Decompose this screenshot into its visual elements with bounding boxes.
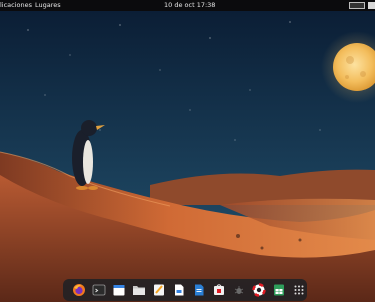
- system-menu-icon[interactable]: [368, 2, 375, 9]
- window-indicator[interactable]: [349, 2, 365, 9]
- software-icon[interactable]: [212, 283, 226, 297]
- applications-menu[interactable]: licaciones: [0, 0, 32, 11]
- spreadsheet-icon[interactable]: [272, 283, 286, 297]
- firefox-icon[interactable]: [72, 283, 86, 297]
- clock[interactable]: 10 de oct 17:38: [164, 0, 215, 11]
- text-editor-icon[interactable]: [152, 283, 166, 297]
- top-bar: licaciones Lugares 10 de oct 17:38: [0, 0, 375, 11]
- calendar-icon[interactable]: [112, 283, 126, 297]
- bug-icon[interactable]: [232, 283, 246, 297]
- document-icon[interactable]: [172, 283, 186, 297]
- dock: [63, 279, 307, 301]
- writer-icon[interactable]: [192, 283, 206, 297]
- places-menu[interactable]: Lugares: [35, 0, 61, 11]
- terminal-icon[interactable]: [92, 283, 106, 297]
- folder-icon[interactable]: [132, 283, 146, 297]
- app-grid-icon[interactable]: [292, 283, 306, 297]
- desktop-wallpaper: [0, 0, 375, 302]
- lifebuoy-icon[interactable]: [252, 283, 266, 297]
